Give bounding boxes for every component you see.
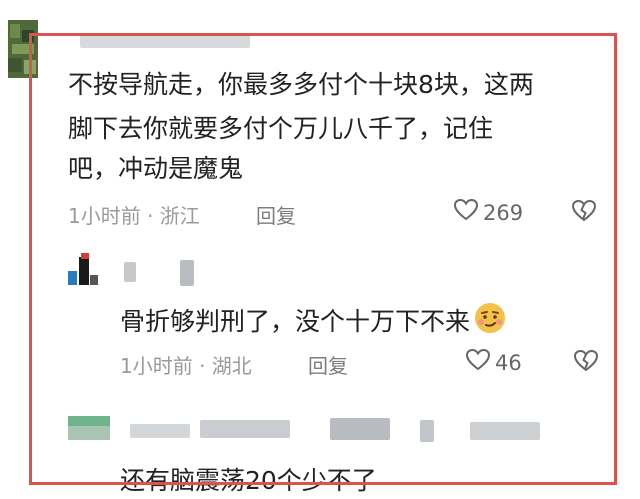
heart-outline-icon	[453, 198, 479, 227]
like-count: 269	[483, 200, 524, 225]
username-redacted	[420, 420, 434, 442]
username-redacted	[130, 424, 190, 438]
heart-outline-icon	[465, 348, 491, 377]
username-redacted	[180, 260, 194, 286]
dislike-button[interactable]	[570, 198, 598, 228]
smirking-face-emoji	[472, 300, 508, 346]
username-redacted	[470, 422, 540, 440]
dislike-button[interactable]	[572, 348, 600, 378]
comment-text-line: 不按导航走，你最多多付个十块8块，这两	[68, 70, 534, 99]
like-button[interactable]: 46	[465, 348, 522, 377]
reply-button[interactable]: 回复	[256, 200, 296, 229]
avatar[interactable]	[68, 253, 98, 289]
comment-text-partial: 还有脑震荡20个少不了	[120, 466, 377, 495]
reply-button[interactable]: 回复	[308, 350, 348, 379]
comment-meta: 1小时前 · 湖北	[120, 354, 252, 378]
username-redacted	[124, 262, 136, 282]
comment-meta: 1小时前 · 浙江	[68, 204, 200, 228]
like-count: 46	[495, 350, 522, 375]
username-redacted	[330, 418, 390, 440]
comment-text: 骨折够判刑了，没个十万下不来	[120, 300, 508, 346]
broken-heart-icon	[571, 199, 597, 222]
avatar[interactable]	[68, 416, 110, 446]
comment-text-body: 骨折够判刑了，没个十万下不来	[120, 307, 471, 336]
like-button[interactable]: 269	[453, 198, 523, 227]
comment-text-line: 吧，冲动是魔鬼	[68, 154, 244, 183]
broken-heart-icon	[573, 349, 599, 372]
comment-text-line: 脚下去你就要多付个万儿八千了，记住	[68, 114, 494, 143]
avatar[interactable]	[8, 20, 38, 78]
username-redacted	[200, 420, 290, 438]
username-redacted	[80, 34, 250, 48]
